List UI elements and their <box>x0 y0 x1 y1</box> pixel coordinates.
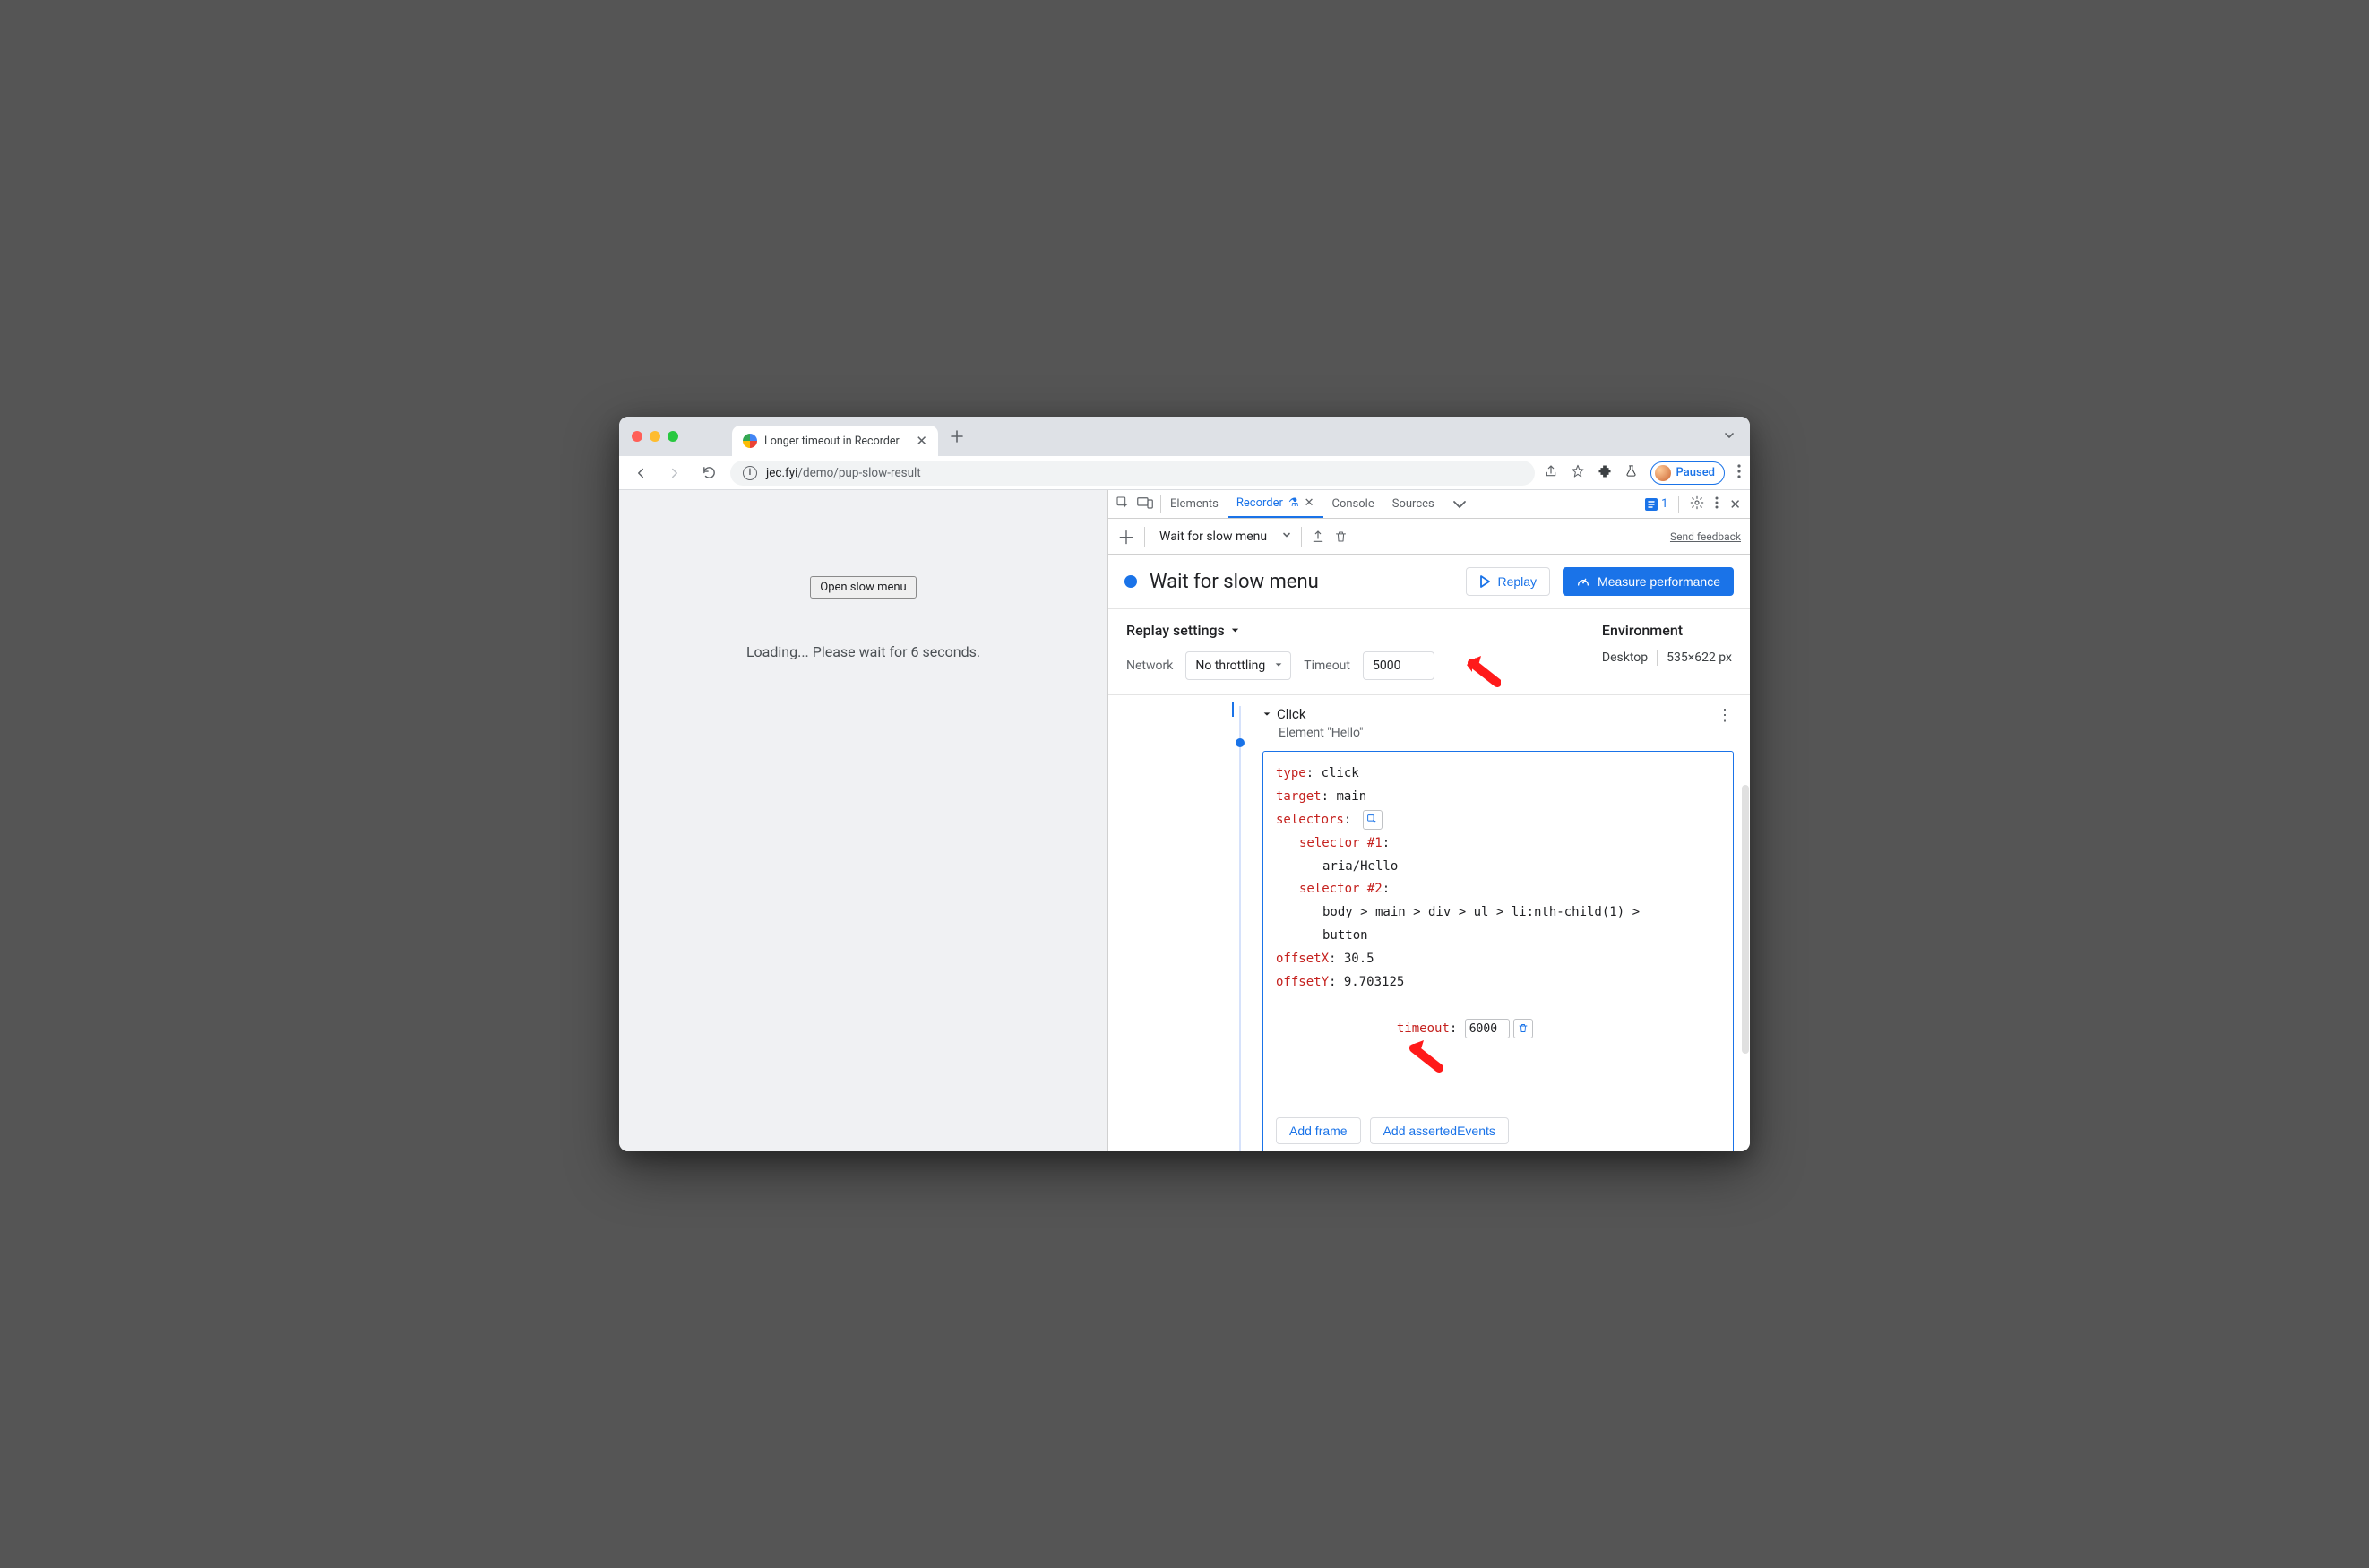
devtools-menu-button[interactable] <box>1715 496 1719 513</box>
play-icon <box>1479 575 1490 588</box>
extensions-icon[interactable] <box>1598 464 1612 482</box>
open-slow-menu-button[interactable]: Open slow menu <box>810 576 916 599</box>
flask-icon: ⚗ <box>1288 496 1299 510</box>
devtools-tab-strip: Elements Recorder ⚗ ✕ Console Sources 1 <box>1108 490 1750 519</box>
new-tab-button[interactable] <box>938 430 976 443</box>
page-viewport: Open slow menu Loading... Please wait fo… <box>619 490 1107 1151</box>
steps-panel: Click ⋮ Element "Hello" type: click targ… <box>1108 695 1750 1151</box>
environment-heading: Environment <box>1602 622 1732 639</box>
recording-status-dot <box>1124 575 1137 588</box>
caret-down-icon <box>1274 659 1283 673</box>
settings-gear-icon[interactable] <box>1690 495 1704 513</box>
caret-down-icon <box>1262 710 1271 719</box>
step-menu-button[interactable]: ⋮ <box>1717 706 1734 725</box>
network-label: Network <box>1126 659 1173 673</box>
profile-button[interactable]: Paused <box>1650 461 1725 485</box>
caret-down-icon <box>1230 625 1240 635</box>
timeout-input[interactable] <box>1363 651 1434 680</box>
tab-elements[interactable]: Elements <box>1161 490 1228 518</box>
recording-select[interactable]: Wait for slow menu <box>1154 530 1272 544</box>
annotation-arrow <box>1407 993 1543 1122</box>
recording-header: Wait for slow menu Replay Measure perfor… <box>1108 555 1750 609</box>
tab-close-icon[interactable]: ✕ <box>1305 496 1314 510</box>
forward-button[interactable] <box>662 465 687 481</box>
bookmark-icon[interactable] <box>1571 464 1585 482</box>
content-area: Open slow menu Loading... Please wait fo… <box>619 490 1750 1151</box>
step-name: Click <box>1277 706 1306 722</box>
share-icon[interactable] <box>1544 464 1558 482</box>
measure-performance-button[interactable]: Measure performance <box>1563 567 1734 596</box>
issues-badge[interactable]: 1 <box>1645 497 1667 511</box>
tab-favicon <box>743 434 757 448</box>
toolbar: i jec.fyi/demo/pup-slow-result Paused <box>619 456 1750 490</box>
browser-tab[interactable]: Longer timeout in Recorder ✕ <box>732 426 938 456</box>
new-recording-button[interactable]: ＋ <box>1117 523 1135 549</box>
step-toggle[interactable]: Click <box>1262 706 1306 722</box>
recording-dropdown-icon[interactable] <box>1281 530 1292 544</box>
gauge-icon <box>1576 574 1590 589</box>
url-text: jec.fyi/demo/pup-slow-result <box>766 466 921 480</box>
profile-status: Paused <box>1676 466 1715 479</box>
timeout-label: Timeout <box>1304 659 1350 673</box>
step-subtitle: Element "Hello" <box>1279 726 1734 740</box>
inspect-element-icon[interactable] <box>1116 495 1130 513</box>
timeline <box>1124 706 1250 1151</box>
devtools-close-button[interactable]: ✕ <box>1729 496 1741 513</box>
replay-settings-toggle[interactable]: Replay settings <box>1126 622 1566 639</box>
add-asserted-events-button[interactable]: Add assertedEvents <box>1370 1117 1509 1144</box>
tab-title: Longer timeout in Recorder <box>764 435 909 448</box>
add-selector-button[interactable] <box>1363 810 1383 830</box>
recording-title: Wait for slow menu <box>1150 571 1453 593</box>
network-throttle-select[interactable]: No throttling <box>1185 651 1291 680</box>
tab-overflow-button[interactable] <box>1723 428 1736 445</box>
export-icon[interactable] <box>1311 530 1325 544</box>
send-feedback-link[interactable]: Send feedback <box>1670 530 1741 543</box>
recorder-toolbar: ＋ Wait for slow menu Send feedback <box>1108 519 1750 555</box>
replay-button[interactable]: Replay <box>1466 567 1550 596</box>
chrome-menu-button[interactable] <box>1737 464 1741 482</box>
more-tabs-button[interactable] <box>1443 490 1476 518</box>
avatar-icon <box>1655 465 1671 481</box>
step-details-panel: type: click target: main selectors: sele… <box>1262 751 1734 1151</box>
viewport-label: 535×622 px <box>1667 650 1732 665</box>
maximize-window-button[interactable] <box>668 431 678 442</box>
step-timeout-input[interactable] <box>1465 1019 1510 1038</box>
delete-icon[interactable] <box>1334 530 1348 544</box>
window-controls <box>632 431 678 442</box>
tab-close-button[interactable]: ✕ <box>916 435 927 448</box>
close-window-button[interactable] <box>632 431 642 442</box>
tab-console[interactable]: Console <box>1323 490 1383 518</box>
reload-button[interactable] <box>696 465 721 480</box>
issues-icon <box>1645 498 1658 511</box>
tab-recorder[interactable]: Recorder ⚗ ✕ <box>1228 490 1323 518</box>
add-frame-button[interactable]: Add frame <box>1276 1117 1361 1144</box>
replay-settings-bar: Replay settings Network No throttling Ti… <box>1108 609 1750 695</box>
delete-timeout-button[interactable] <box>1513 1019 1533 1038</box>
loading-message: Loading... Please wait for 6 seconds. <box>746 643 980 660</box>
site-info-icon[interactable]: i <box>743 466 757 480</box>
devtools-panel: Elements Recorder ⚗ ✕ Console Sources 1 <box>1107 490 1750 1151</box>
device-toolbar-icon[interactable] <box>1137 496 1153 513</box>
issues-count: 1 <box>1661 497 1667 511</box>
minimize-window-button[interactable] <box>650 431 660 442</box>
labs-flask-icon[interactable] <box>1624 464 1638 481</box>
tab-strip: Longer timeout in Recorder ✕ <box>619 417 1750 456</box>
back-button[interactable] <box>628 465 653 481</box>
device-label: Desktop <box>1602 650 1648 665</box>
browser-window: Longer timeout in Recorder ✕ i jec.fyi/d… <box>619 417 1750 1151</box>
scrollbar[interactable] <box>1742 785 1749 1054</box>
toolbar-actions: Paused <box>1544 461 1741 485</box>
tab-sources[interactable]: Sources <box>1383 490 1443 518</box>
url-bar[interactable]: i jec.fyi/demo/pup-slow-result <box>730 461 1535 486</box>
